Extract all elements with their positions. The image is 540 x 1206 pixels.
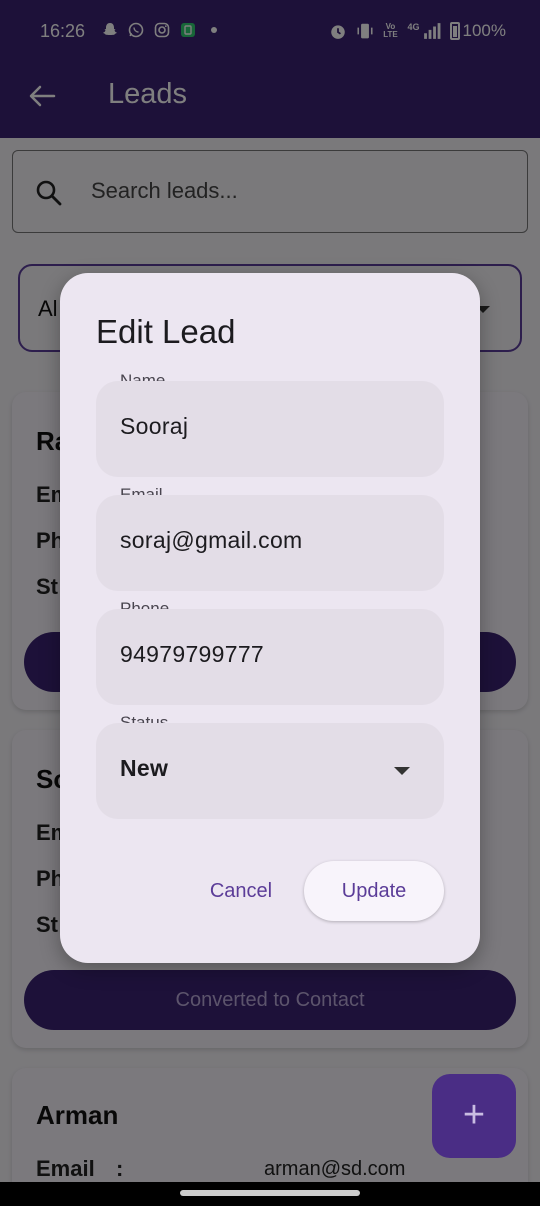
add-lead-button[interactable]: + [432, 1074, 516, 1158]
phone-value: 94979799777 [120, 641, 265, 667]
edit-lead-dialog: Edit Lead Name Sooraj Email soraj@gmail.… [60, 273, 480, 963]
phone-field[interactable]: 94979799777 [96, 609, 444, 705]
dialog-title: Edit Lead [96, 313, 236, 350]
cancel-button[interactable]: Cancel [196, 861, 286, 921]
update-button[interactable]: Update [304, 861, 444, 921]
status-dropdown[interactable]: New [96, 723, 444, 819]
plus-icon: + [462, 1094, 486, 1136]
status-value: New [120, 755, 169, 781]
name-field[interactable]: Sooraj [96, 381, 444, 477]
name-value: Sooraj [120, 413, 189, 439]
chevron-down-icon [394, 767, 410, 775]
system-nav-bar [0, 1182, 540, 1206]
home-gesture-handle[interactable] [180, 1190, 360, 1196]
email-value: soraj@gmail.com [120, 527, 303, 553]
email-field[interactable]: soraj@gmail.com [96, 495, 444, 591]
